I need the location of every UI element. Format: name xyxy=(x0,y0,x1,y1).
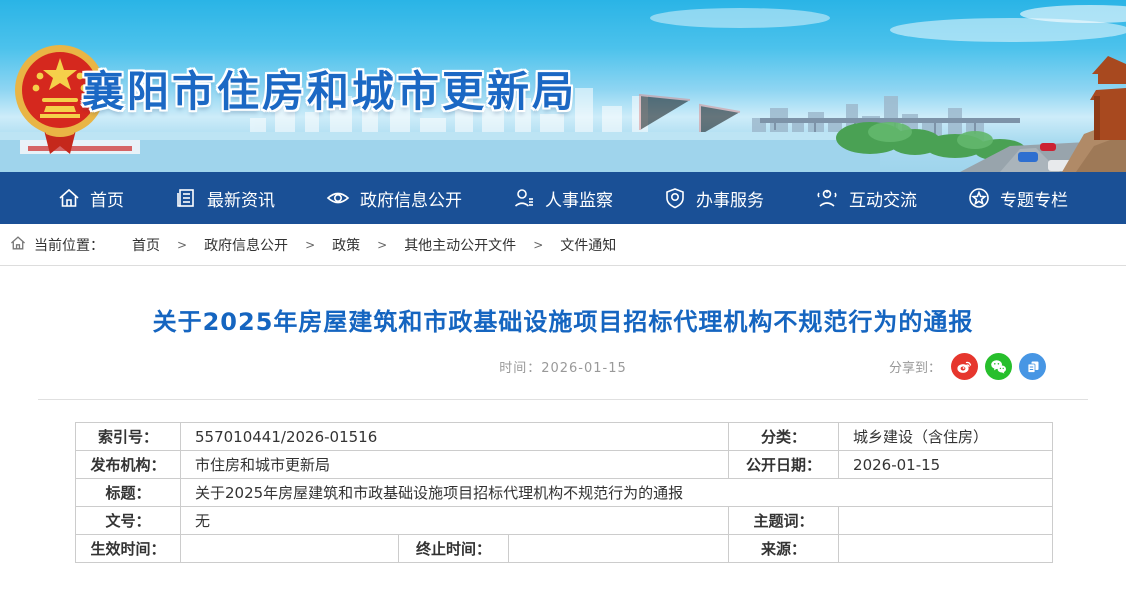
publish-time-label: 时间： xyxy=(499,361,541,376)
nav-item-home[interactable]: 首页 xyxy=(58,186,124,211)
breadcrumb-link-doc-notice[interactable]: 文件通知 xyxy=(560,235,616,255)
share-bar: 分享到： xyxy=(889,353,1046,380)
breadcrumb-separator: > xyxy=(305,238,315,252)
copy-link-share-button[interactable] xyxy=(1019,353,1046,380)
breadcrumb-link-home[interactable]: 首页 xyxy=(132,235,160,255)
doc-number-label: 文号： xyxy=(76,507,181,535)
page-title: 关于2025年房屋建筑和市政基础设施项目招标代理机构不规范行为的通报 xyxy=(0,302,1126,337)
nav-item-label: 人事监察 xyxy=(545,186,613,211)
publish-date-value: 2026-01-15 xyxy=(839,451,1053,479)
people-chat-icon xyxy=(815,187,839,209)
site-banner: 襄阳市住房和城市更新局 xyxy=(0,0,1126,172)
nav-item-interaction[interactable]: 互动交流 xyxy=(815,186,917,211)
doc-title-value: 关于2025年房屋建筑和市政基础设施项目招标代理机构不规范行为的通报 xyxy=(181,479,1053,507)
nav-item-personnel[interactable]: 人事监察 xyxy=(513,186,613,211)
breadcrumb-separator: > xyxy=(377,238,387,252)
source-label: 来源： xyxy=(729,535,839,563)
expiry-date-value xyxy=(509,535,729,563)
category-value: 城乡建设（含住房） xyxy=(839,423,1053,451)
content-divider xyxy=(38,399,1088,400)
nav-item-special-columns[interactable]: 专题专栏 xyxy=(968,186,1068,211)
home-icon xyxy=(10,235,26,255)
nav-item-label: 政府信息公开 xyxy=(360,186,462,211)
nav-item-label: 专题专栏 xyxy=(1000,186,1068,211)
breadcrumb-link-info-disclosure[interactable]: 政府信息公开 xyxy=(204,235,288,255)
document-meta-table: 索引号： 557010441/2026-01516 分类： 城乡建设（含住房） … xyxy=(75,422,1053,563)
table-row: 标题： 关于2025年房屋建筑和市政基础设施项目招标代理机构不规范行为的通报 xyxy=(76,479,1053,507)
article-meta-row: 时间：2026-01-15 分享到： xyxy=(0,351,1126,381)
category-label: 分类： xyxy=(729,423,839,451)
nav-item-news[interactable]: 最新资讯 xyxy=(175,186,275,211)
nav-item-label: 办事服务 xyxy=(696,186,764,211)
breadcrumb-prefix: 当前位置： xyxy=(34,235,104,255)
expiry-date-label: 终止时间： xyxy=(399,535,509,563)
publish-time-value: 2026-01-15 xyxy=(541,361,627,376)
wechat-icon xyxy=(990,358,1007,375)
shield-icon xyxy=(664,187,686,209)
publish-date-label: 公开日期： xyxy=(729,451,839,479)
news-icon xyxy=(175,187,197,209)
nav-item-label: 首页 xyxy=(90,186,124,211)
effective-date-value xyxy=(181,535,399,563)
issuing-agency-label: 发布机构： xyxy=(76,451,181,479)
wechat-share-button[interactable] xyxy=(985,353,1012,380)
nav-item-services[interactable]: 办事服务 xyxy=(664,186,764,211)
copy-link-icon xyxy=(1025,359,1041,375)
table-row: 生效时间： 终止时间： 来源： xyxy=(76,535,1053,563)
main-navigation: 首页 最新资讯 政府信息公开 人事监察 办事服务 互动交流 专题专栏 xyxy=(0,172,1126,224)
nav-item-label: 最新资讯 xyxy=(207,186,275,211)
nav-item-info-disclosure[interactable]: 政府信息公开 xyxy=(326,186,462,211)
share-label: 分享到： xyxy=(889,357,941,376)
index-number-label: 索引号： xyxy=(76,423,181,451)
home-icon xyxy=(58,187,80,209)
breadcrumb-link-policy[interactable]: 政策 xyxy=(332,235,360,255)
breadcrumb: 当前位置： 首页 > 政府信息公开 > 政策 > 其他主动公开文件 > 文件通知 xyxy=(0,224,1126,266)
site-title: 襄阳市住房和城市更新局 xyxy=(82,58,577,119)
doc-number-value: 无 xyxy=(181,507,729,535)
table-row: 发布机构： 市住房和城市更新局 公开日期： 2026-01-15 xyxy=(76,451,1053,479)
table-row: 文号： 无 主题词： xyxy=(76,507,1053,535)
eye-icon xyxy=(326,187,350,209)
table-row: 索引号： 557010441/2026-01516 分类： 城乡建设（含住房） xyxy=(76,423,1053,451)
effective-date-label: 生效时间： xyxy=(76,535,181,563)
weibo-share-button[interactable] xyxy=(951,353,978,380)
source-value xyxy=(839,535,1053,563)
star-circle-icon xyxy=(968,187,990,209)
weibo-icon xyxy=(956,358,973,375)
doc-title-label: 标题： xyxy=(76,479,181,507)
person-icon xyxy=(513,187,535,209)
breadcrumb-separator: > xyxy=(177,238,187,252)
keywords-label: 主题词： xyxy=(729,507,839,535)
index-number-value: 557010441/2026-01516 xyxy=(181,423,729,451)
issuing-agency-value: 市住房和城市更新局 xyxy=(181,451,729,479)
keywords-value xyxy=(839,507,1053,535)
breadcrumb-link-other-public-docs[interactable]: 其他主动公开文件 xyxy=(404,235,516,255)
breadcrumb-separator: > xyxy=(533,238,543,252)
nav-item-label: 互动交流 xyxy=(849,186,917,211)
